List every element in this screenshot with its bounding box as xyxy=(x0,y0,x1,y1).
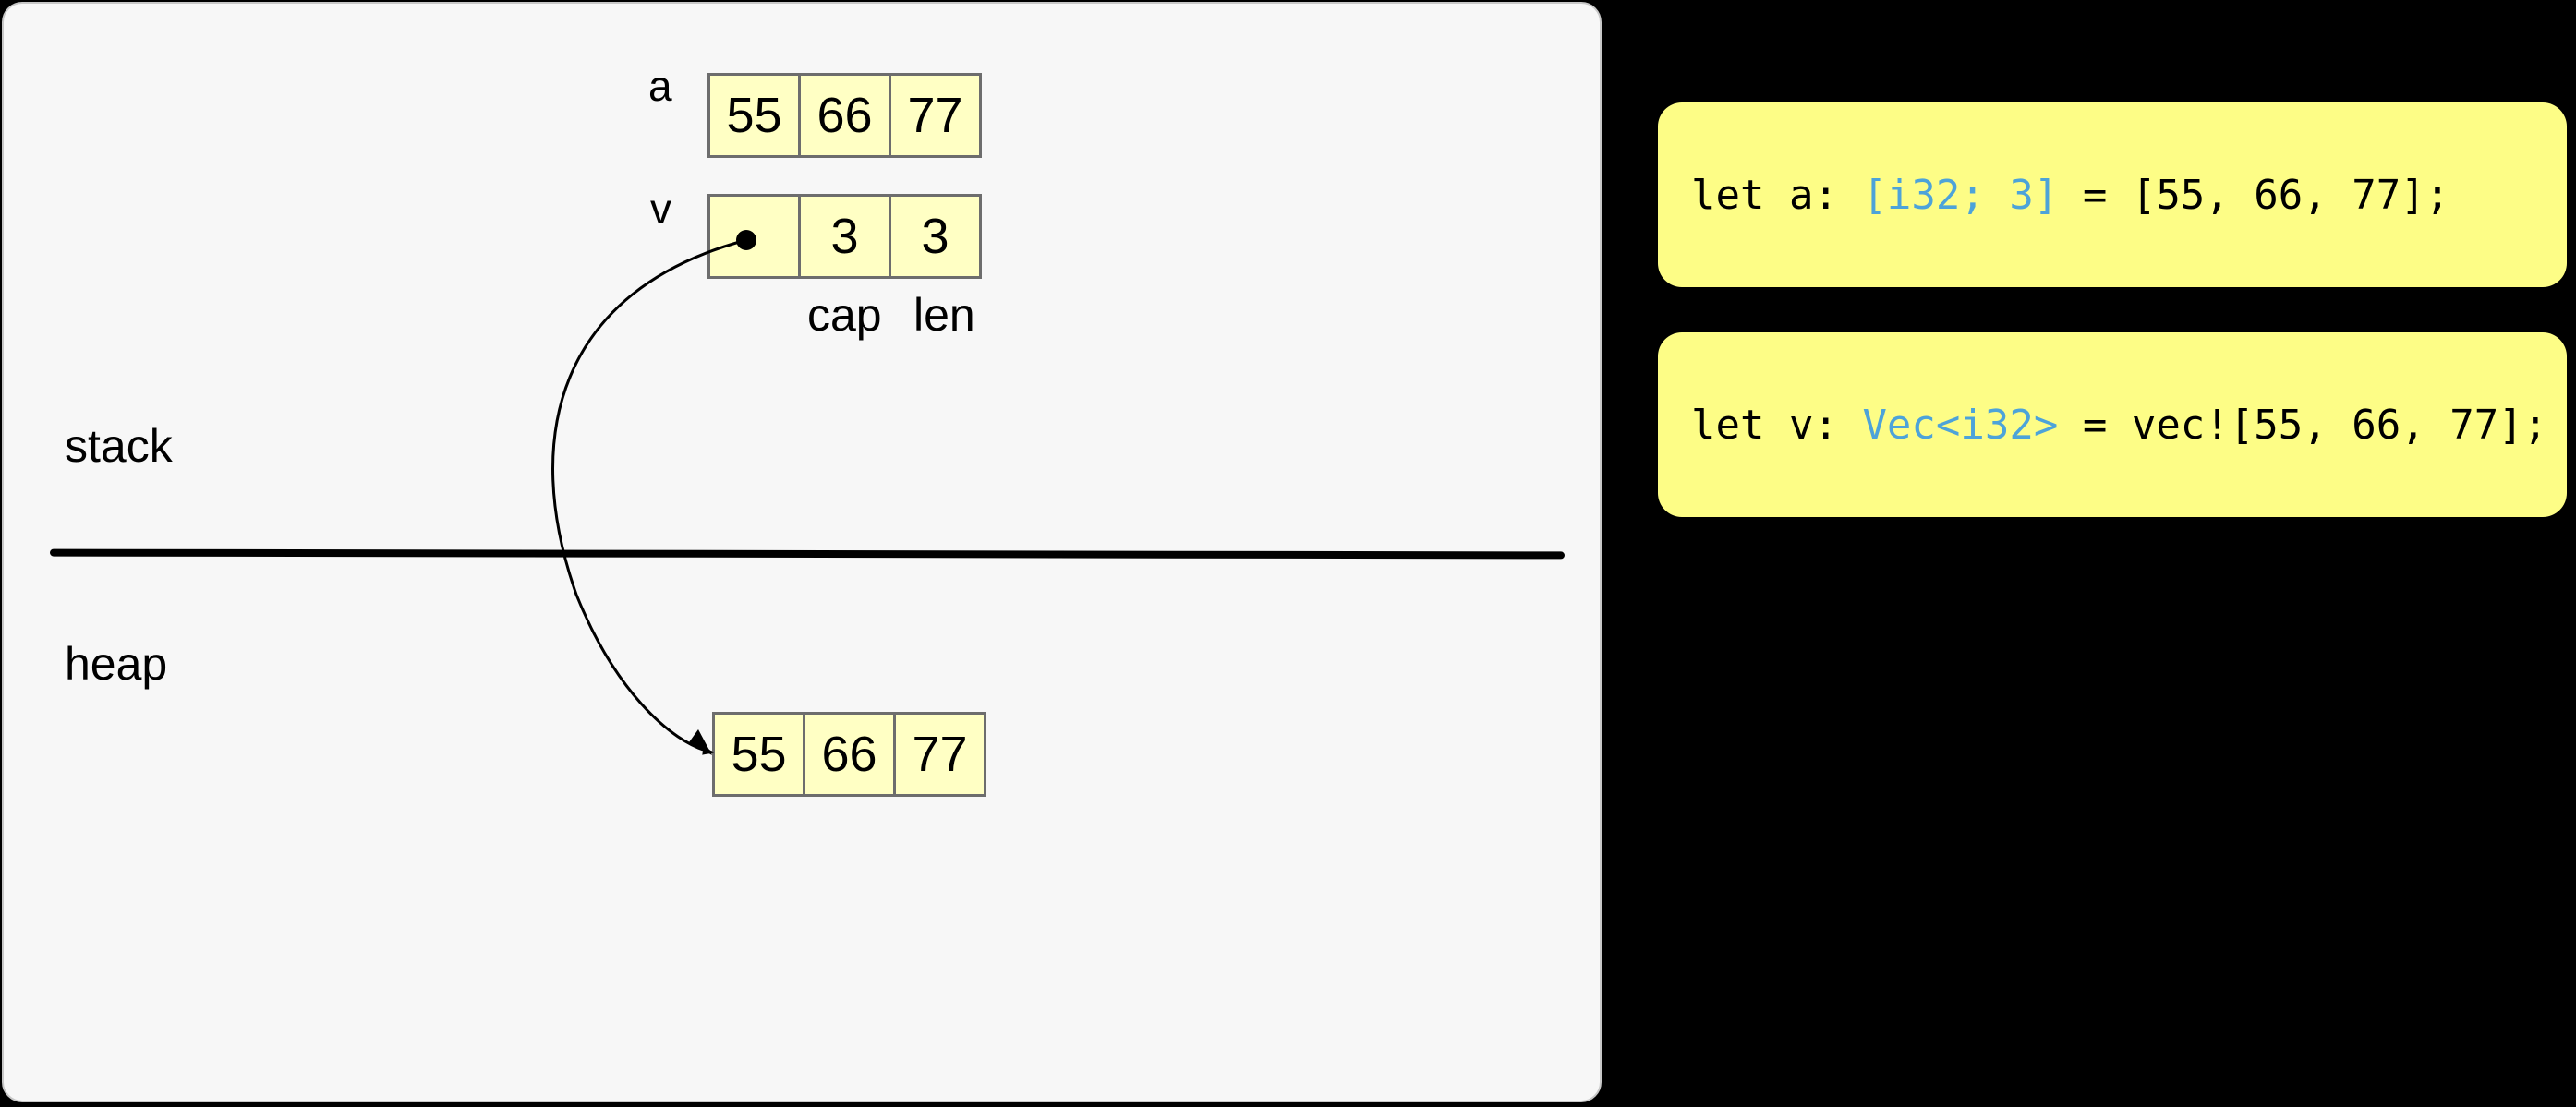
code-v-suffix: = vec![55, 66, 77]; xyxy=(2058,401,2548,449)
code-v-type: Vec<i32> xyxy=(1862,401,2059,449)
pointer-curve xyxy=(551,238,747,755)
code-a-suffix: = [55, 66, 77]; xyxy=(2058,171,2450,219)
code-card-vec: let v: Vec<i32> = vec![55, 66, 77]; xyxy=(1658,332,2567,517)
arrow-head xyxy=(689,729,712,755)
code-a-prefix: let a: xyxy=(1691,171,1863,219)
code-a-type: [i32; 3] xyxy=(1862,171,2059,219)
code-card-array: let a: [i32; 3] = [55, 66, 77]; xyxy=(1658,102,2567,287)
memory-diagram-panel: a 55 66 77 v 3 3 cap len stack heap 55 6… xyxy=(2,2,1602,1102)
code-v-prefix: let v: xyxy=(1691,401,1863,449)
pointer-arrow xyxy=(551,230,756,755)
